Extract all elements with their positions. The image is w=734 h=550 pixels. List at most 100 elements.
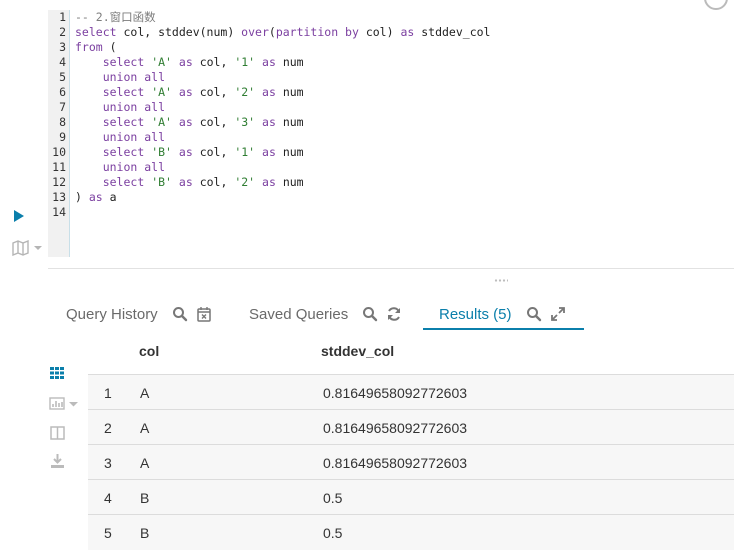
code-token: as [262,55,276,69]
code-token: 'A' [151,115,172,129]
editor-gutter: 1 2 3 4 5 6 7 8 9 10 11 12 13 14 [48,10,70,257]
refresh-icon[interactable] [386,306,402,322]
code-line: ) as a [75,190,725,205]
code-line: from ( [75,40,725,55]
bar-chart-icon[interactable] [49,396,81,412]
search-icon[interactable] [526,306,542,322]
map-icon [12,239,42,257]
code-token: from [75,40,103,54]
code-token: ) [75,190,89,204]
cell-stddev-col: 0.5 [323,525,343,541]
line-number: 11 [52,160,66,174]
tab-label: Results (5) [439,305,512,323]
tab-results[interactable]: Results (5) [423,300,583,330]
code-token: union all [102,160,166,174]
run-query-button[interactable] [14,210,24,222]
table-row[interactable]: 1 A 0.81649658092772603 [88,374,734,410]
line-number: 3 [59,40,66,54]
code-token: union all [102,100,166,114]
tab-query-history[interactable]: Query History [66,300,212,328]
code-token: over [241,25,269,39]
cell-col: A [140,385,150,401]
code-token: select [102,115,145,129]
code-token: stddev_col [414,25,491,39]
editor-results-divider [48,268,734,269]
code-token: col) [358,25,401,39]
code-token: 'A' [151,55,172,69]
row-number: 4 [104,490,112,506]
code-token: ( [102,40,117,54]
cell-col: A [140,420,150,436]
code-token: as [178,145,193,159]
column-header-col[interactable]: col [139,343,159,359]
line-number: 12 [52,175,66,189]
code-token: as [262,145,276,159]
tab-saved-queries[interactable]: Saved Queries [249,300,402,328]
code-token: union all [102,130,166,144]
search-icon[interactable] [362,306,378,322]
cell-stddev-col: 0.5 [323,490,343,506]
table-row[interactable]: 4 B 0.5 [88,479,734,515]
code-token: 'A' [151,85,172,99]
code-token: 'B' [151,145,172,159]
code-token: col, [192,85,235,99]
row-number: 5 [104,525,112,541]
code-token: '2' [234,85,256,99]
expand-icon[interactable] [550,306,566,322]
code-token: select [102,55,145,69]
code-line: select col, stddev(num) over(partition b… [75,25,725,40]
table-row[interactable]: 5 B 0.5 [88,514,734,550]
line-number: 1 [59,10,66,24]
code-line: select 'A' as col, '3' as num [75,115,725,130]
download-icon[interactable] [49,453,67,469]
code-line: union all [75,100,725,115]
code-token: col, stddev(num) [116,25,242,39]
line-number: 9 [59,130,66,144]
line-number: 5 [59,70,66,84]
code-token: partition by [275,25,359,39]
code-token: union all [102,70,166,84]
code-line: union all [75,160,725,175]
column-header-stddev-col[interactable]: stddev_col [321,343,394,359]
cell-col: B [140,525,150,541]
search-icon[interactable] [172,306,188,322]
code-token: '2' [234,175,256,189]
code-token: as [88,190,103,204]
code-token: select [102,175,145,189]
code-token: select [75,25,117,39]
code-token: select [102,145,145,159]
code-token: num [275,55,304,69]
line-number: 2 [59,25,66,39]
code-token: as [262,115,276,129]
code-line: select 'A' as col, '1' as num [75,55,725,70]
calendar-x-icon[interactable] [196,306,212,322]
code-token: as [178,115,193,129]
code-token: -- 2.窗口函数 [75,10,156,24]
grid-icon[interactable] [49,365,67,381]
code-token: as [178,55,193,69]
code-token: '1' [234,145,256,159]
code-line: select 'A' as col, '2' as num [75,85,725,100]
columns-icon[interactable] [49,425,67,441]
cell-col: A [140,455,150,471]
row-number: 1 [104,385,112,401]
cell-stddev-col: 0.81649658092772603 [323,420,468,436]
code-token: '1' [234,55,256,69]
resize-handle[interactable] [494,279,508,282]
table-row[interactable]: 2 A 0.81649658092772603 [88,409,734,445]
snippet-menu-button[interactable] [12,239,42,257]
code-token: as [178,175,193,189]
sql-editor[interactable]: -- 2.窗口函数 select col, stddev(num) over(pa… [75,10,725,220]
table-row[interactable]: 3 A 0.81649658092772603 [88,444,734,480]
